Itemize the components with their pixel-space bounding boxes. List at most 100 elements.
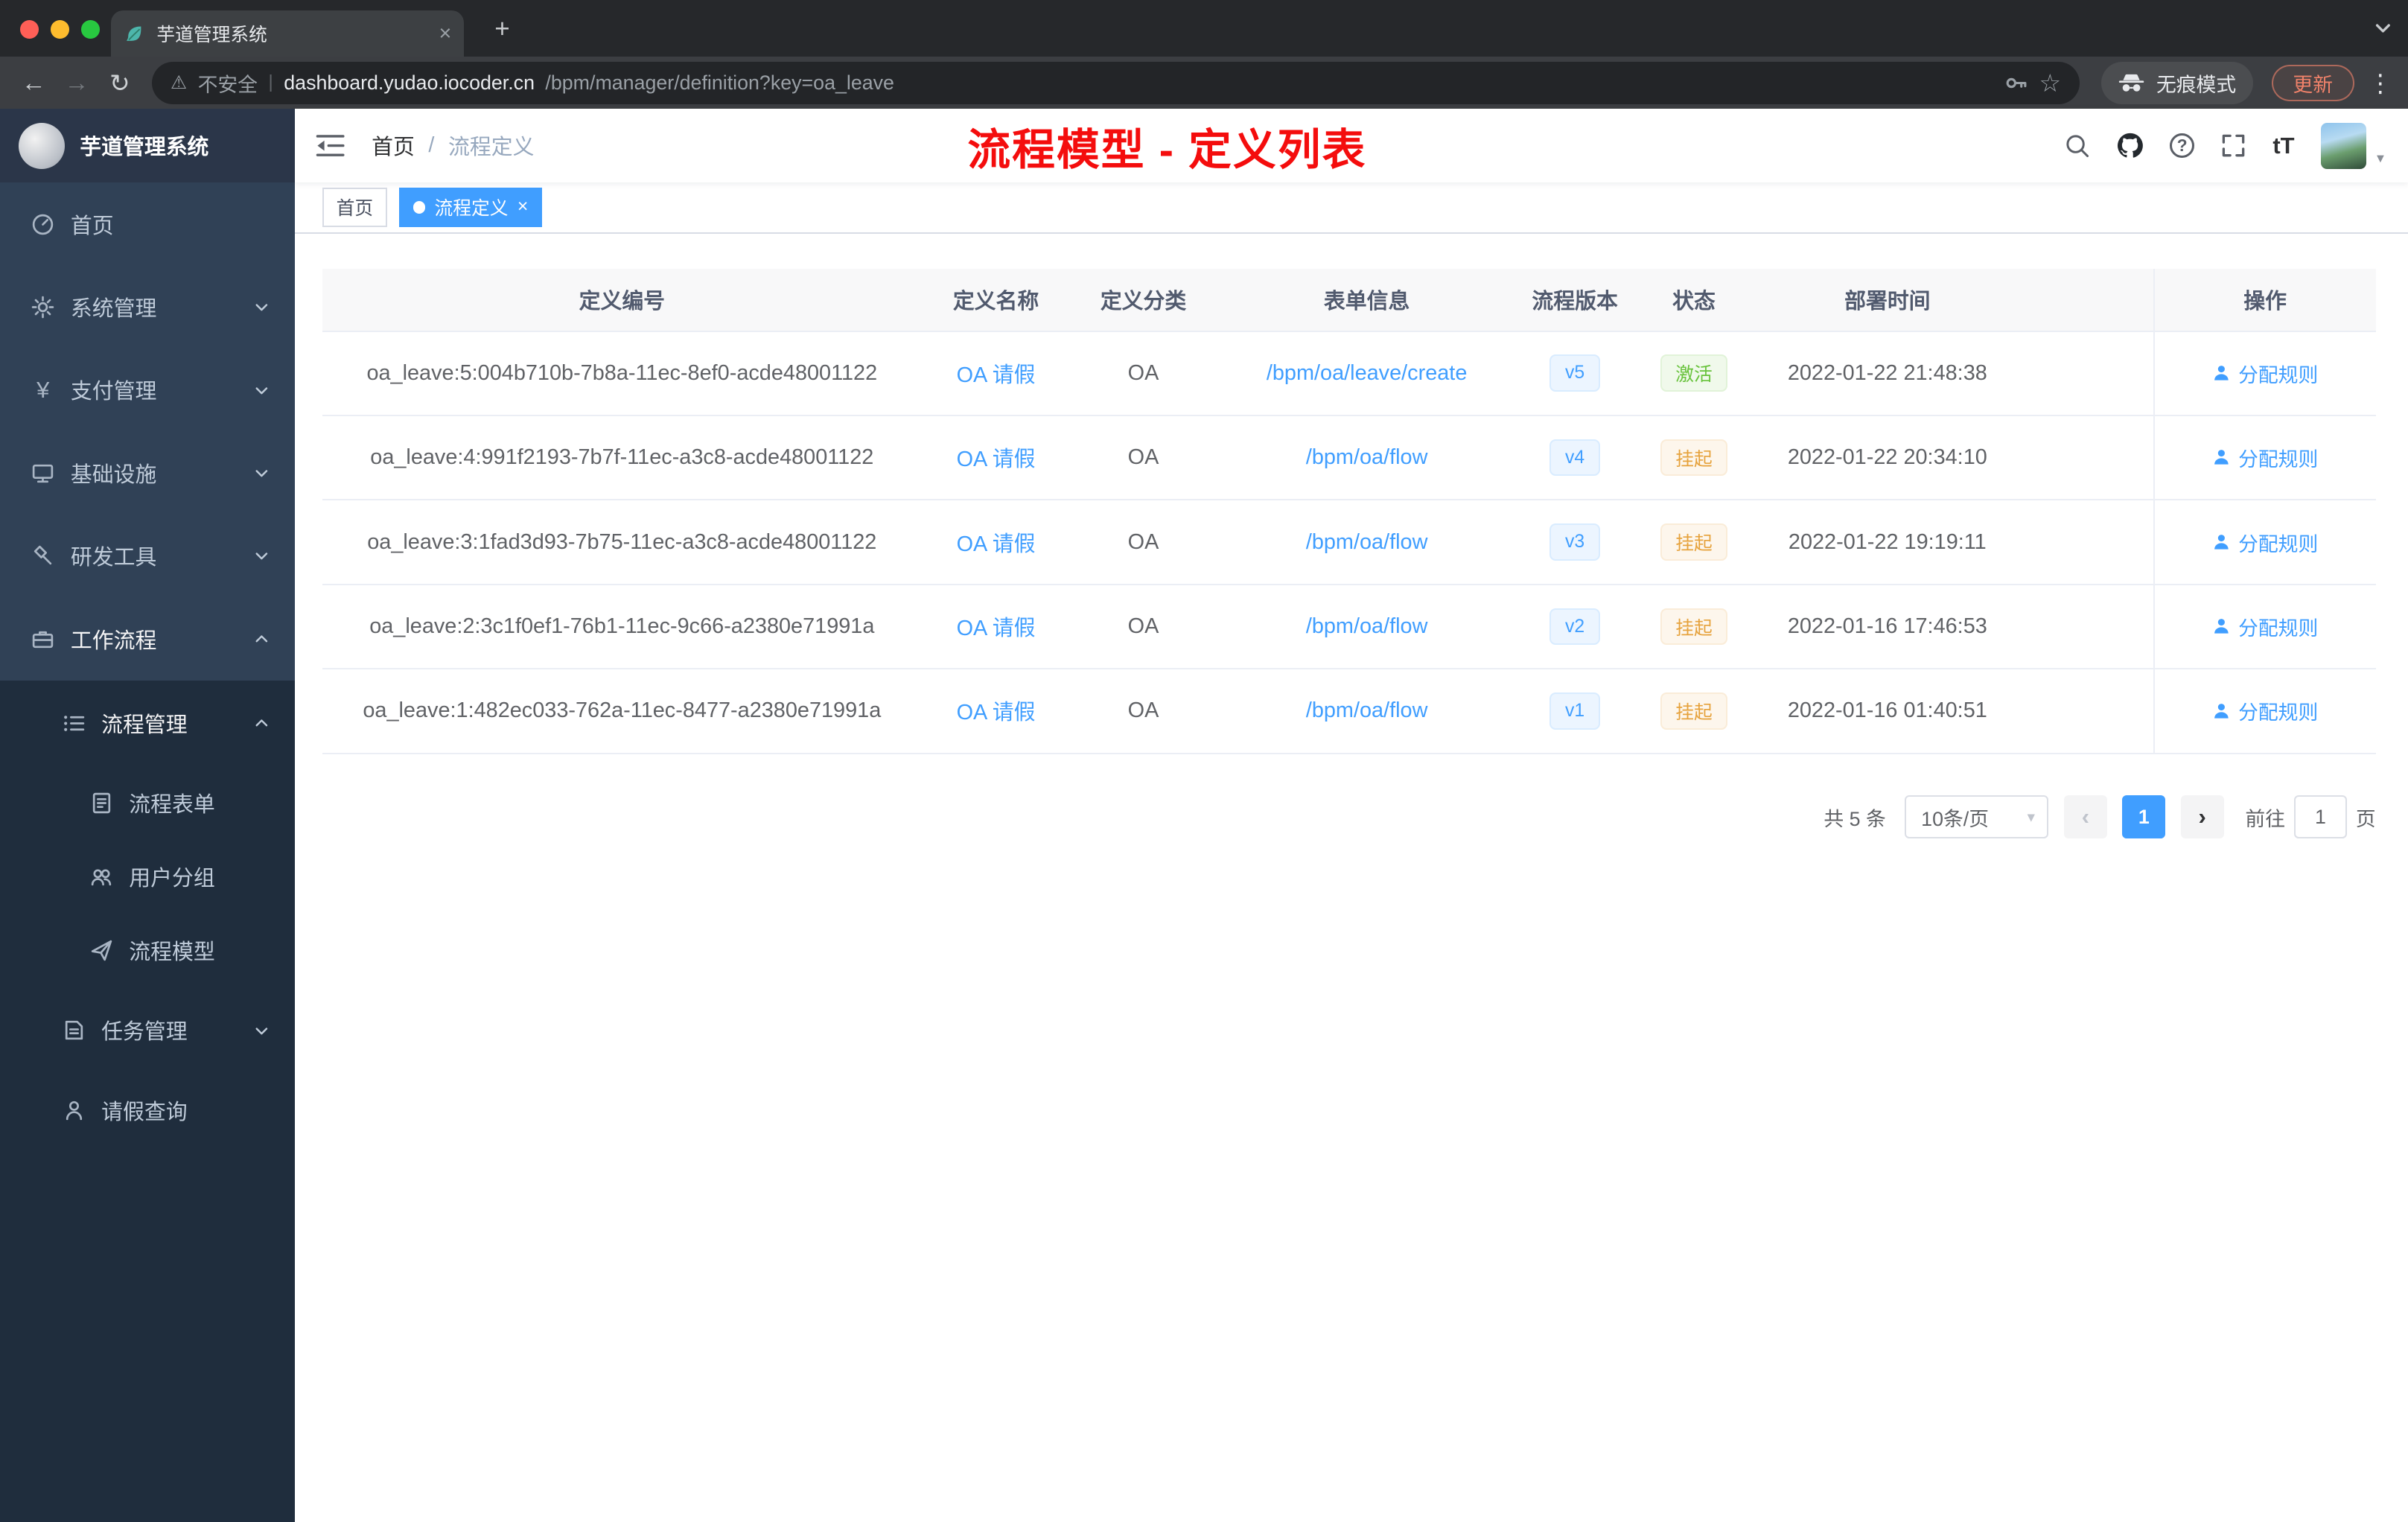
version-tag: v1 [1549, 692, 1600, 730]
font-size-icon[interactable]: tT [2272, 133, 2294, 159]
pagination-total: 共 5 条 [1823, 807, 1886, 830]
avatar[interactable] [2320, 123, 2367, 169]
next-page-button[interactable]: › [2180, 795, 2224, 839]
form-link[interactable]: /bpm/oa/flow [1306, 530, 1428, 555]
help-icon[interactable]: ? [2170, 133, 2195, 159]
assign-rule-link[interactable]: 分配规则 [2212, 528, 2318, 557]
browser-tab-strip: 芋道管理系统 × + [0, 0, 2408, 57]
pagination-goto: 前往 页 [2245, 795, 2376, 839]
tag-home[interactable]: 首页 [322, 187, 387, 228]
form-link[interactable]: /bpm/oa/flow [1306, 698, 1428, 723]
paper-plane-icon [89, 938, 114, 963]
assign-rule-link[interactable]: 分配规则 [2212, 696, 2318, 725]
back-button[interactable]: ← [14, 63, 54, 104]
table-header-row: 定义编号 定义名称 定义分类 表单信息 流程版本 状态 部署时间 操作 [322, 268, 2376, 332]
browser-menu-icon[interactable]: ⋮ [2366, 69, 2394, 98]
person-icon [2214, 365, 2229, 380]
person-icon [2214, 450, 2229, 465]
bookmark-star-icon[interactable]: ☆ [2039, 69, 2062, 98]
forward-button[interactable]: → [57, 63, 97, 104]
tools-icon [31, 544, 55, 568]
window-zoom-button[interactable] [81, 19, 101, 39]
definition-name-link[interactable]: OA 请假 [957, 358, 1036, 389]
gear-icon [31, 295, 55, 319]
tag-process-definition[interactable]: 流程定义 × [399, 187, 542, 228]
sidebar-item-workflow[interactable]: 工作流程 [0, 597, 295, 681]
table-row: oa_leave:2:3c1f0ef1-76b1-11ec-9c66-a2380… [322, 585, 2376, 670]
password-key-icon[interactable] [2004, 71, 2028, 95]
status-badge: 挂起 [1660, 692, 1728, 730]
window-minimize-button[interactable] [51, 19, 69, 39]
tab-close-icon[interactable]: × [439, 23, 452, 45]
definition-name-link[interactable]: OA 请假 [957, 611, 1036, 642]
users-icon [89, 865, 114, 889]
page-size-select[interactable]: 10条/页 ▾ [1904, 795, 2049, 839]
chevron-down-icon [253, 465, 270, 482]
status-badge: 挂起 [1660, 608, 1728, 646]
form-link[interactable]: /bpm/oa/leave/create [1267, 361, 1468, 386]
sidebar-item-process-mgmt[interactable]: 流程管理 [0, 680, 295, 767]
sidebar-item-process-model[interactable]: 流程模型 [0, 914, 295, 988]
pagination: 共 5 条 10条/页 ▾ ‹ 1 › 前往 页 [322, 795, 2376, 839]
sidebar-item-process-form[interactable]: 流程表单 [0, 766, 295, 841]
page-goto-input[interactable] [2294, 795, 2347, 839]
definition-category: OA [1127, 614, 1159, 639]
sidebar-item-user-group[interactable]: 用户分组 [0, 840, 295, 914]
assign-rule-link[interactable]: 分配规则 [2212, 443, 2318, 472]
github-icon[interactable] [2116, 132, 2144, 159]
definition-id: oa_leave:4:991f2193-7b7f-11ec-a3c8-acde4… [370, 445, 874, 470]
assign-rule-link[interactable]: 分配规则 [2212, 612, 2318, 641]
page-number-button[interactable]: 1 [2122, 795, 2166, 839]
browser-tab[interactable]: 芋道管理系统 × [110, 10, 464, 57]
form-link[interactable]: /bpm/oa/flow [1306, 445, 1428, 470]
search-icon[interactable] [2064, 133, 2090, 159]
user-menu[interactable]: ▼ [2320, 123, 2386, 169]
logo-title: 芋道管理系统 [80, 136, 209, 160]
header-status: 状态 [1672, 289, 1716, 313]
definition-category: OA [1127, 529, 1159, 554]
url-divider: | [268, 72, 273, 93]
definition-name-link[interactable]: OA 请假 [957, 442, 1036, 473]
deploy-time: 2022-01-22 21:48:38 [1787, 360, 1987, 385]
tab-search-chevron-icon[interactable] [2373, 16, 2393, 44]
definition-name-link[interactable]: OA 请假 [957, 527, 1036, 558]
definition-table: 定义编号 定义名称 定义分类 表单信息 流程版本 状态 部署时间 操作 oa_l… [322, 268, 2376, 754]
assign-rule-link[interactable]: 分配规则 [2212, 359, 2318, 388]
sidebar-item-task-mgmt[interactable]: 任务管理 [0, 987, 295, 1074]
deploy-time: 2022-01-22 20:34:10 [1787, 445, 1987, 470]
chrome-update-button[interactable]: 更新 [2271, 64, 2354, 102]
tags-view: 首页 流程定义 × [295, 182, 2408, 234]
breadcrumb-separator: / [428, 133, 435, 158]
tag-close-icon[interactable]: × [517, 197, 528, 217]
incognito-icon [2118, 73, 2145, 93]
sidebar-item-infrastructure[interactable]: 基础设施 [0, 431, 295, 515]
reload-button[interactable]: ↻ [100, 63, 140, 104]
prev-page-button[interactable]: ‹ [2064, 795, 2107, 839]
sidebar-item-payment-mgmt[interactable]: ¥ 支付管理 [0, 348, 295, 432]
version-tag: v5 [1549, 354, 1600, 392]
sidebar-item-leave-query[interactable]: 请假查询 [0, 1073, 295, 1147]
url-path: /bpm/manager/definition?key=oa_leave [545, 71, 894, 94]
status-badge: 挂起 [1660, 439, 1728, 477]
sidebar-item-dev-tools[interactable]: 研发工具 [0, 514, 295, 598]
breadcrumb-home[interactable]: 首页 [372, 130, 415, 161]
sidebar-collapse-icon[interactable] [313, 129, 347, 162]
incognito-chip[interactable]: 无痕模式 [2100, 61, 2253, 105]
window-close-button[interactable] [19, 19, 39, 39]
header-form-info: 表单信息 [1323, 289, 1410, 313]
fullscreen-icon[interactable] [2220, 133, 2246, 159]
chevron-up-icon [253, 715, 270, 732]
new-tab-button[interactable]: + [485, 13, 519, 46]
address-bar[interactable]: ⚠ 不安全 | dashboard.yudao.iocoder.cn/bpm/m… [152, 61, 2080, 105]
chevron-down-icon [253, 299, 270, 316]
navbar: 首页 / 流程定义 流程模型 - 定义列表 ? tT ▼ [295, 109, 2408, 183]
sidebar-menu: 首页 系统管理 ¥ 支付管理 基础设施 研发工具 工作流程 流程管理 流程表单 … [0, 182, 295, 1147]
sidebar-item-system-mgmt[interactable]: 系统管理 [0, 265, 295, 349]
chevron-down-icon [253, 382, 270, 399]
definition-name-link[interactable]: OA 请假 [957, 695, 1036, 726]
security-warning-icon: ⚠ [170, 73, 188, 94]
page-annotation: 流程模型 - 定义列表 [967, 126, 1367, 174]
sidebar-item-home[interactable]: 首页 [0, 182, 295, 266]
browser-toolbar: ← → ↻ ⚠ 不安全 | dashboard.yudao.iocoder.cn… [0, 57, 2408, 109]
form-link[interactable]: /bpm/oa/flow [1306, 614, 1428, 639]
